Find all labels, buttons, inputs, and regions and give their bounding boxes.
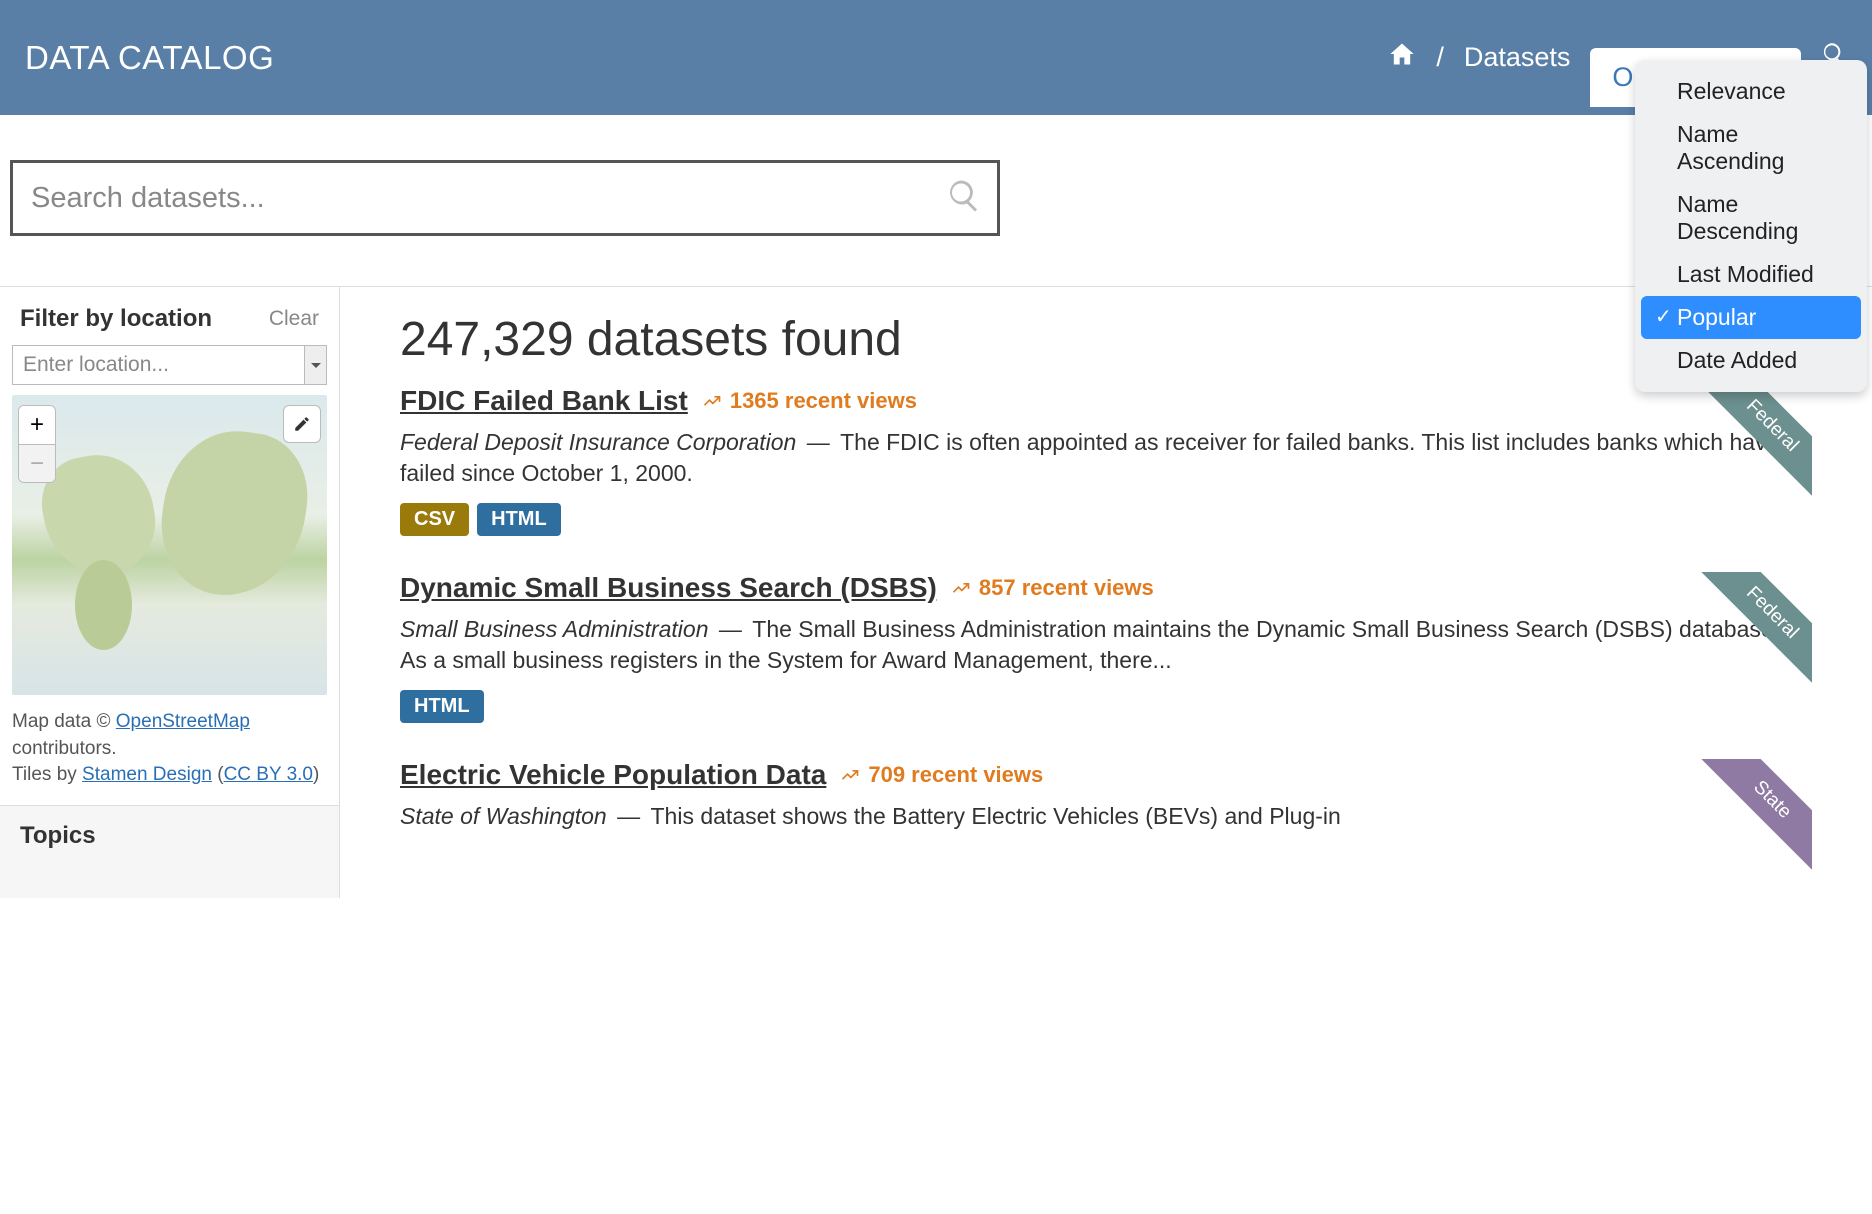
search-section xyxy=(0,115,1872,286)
zoom-out-button[interactable]: − xyxy=(19,444,55,482)
sort-option[interactable]: Name Descending xyxy=(1635,183,1867,253)
map-land xyxy=(75,560,132,650)
dataset-description: Small Business Administration — The Smal… xyxy=(400,614,1812,676)
location-filter-panel: Filter by location Clear + − xyxy=(0,286,340,806)
ribbon-wrap: Federal xyxy=(1682,572,1812,702)
trend-icon xyxy=(840,765,860,785)
trend-icon xyxy=(951,578,971,598)
datasets-list: FDIC Failed Bank List 1365 recent views Fe… xyxy=(400,385,1812,832)
dataset-title[interactable]: Dynamic Small Business Search (DSBS) xyxy=(400,572,937,604)
sort-option[interactable]: Popular xyxy=(1641,296,1861,339)
dataset-formats: HTML xyxy=(400,690,1812,723)
home-icon[interactable] xyxy=(1388,40,1416,75)
topics-panel: Topics xyxy=(0,805,339,866)
pencil-icon xyxy=(293,415,311,433)
dataset-views: 1365 recent views xyxy=(702,388,917,414)
stamen-link[interactable]: Stamen Design xyxy=(82,764,212,785)
filter-location-title: Filter by location xyxy=(20,305,212,333)
zoom-in-button[interactable]: + xyxy=(19,406,55,444)
dataset-description: State of Washington — This dataset shows… xyxy=(400,801,1812,832)
dataset-title[interactable]: Electric Vehicle Population Data xyxy=(400,759,826,791)
brand-title[interactable]: DATA CATALOG xyxy=(25,39,274,77)
location-dropdown-toggle[interactable] xyxy=(304,345,327,385)
trend-icon xyxy=(702,391,722,411)
source-ribbon: Federal xyxy=(1686,572,1812,699)
source-ribbon: Federal xyxy=(1686,385,1812,512)
cc-link[interactable]: CC BY 3.0 xyxy=(224,764,313,785)
search-bar xyxy=(10,160,1000,236)
body: Filter by location Clear + − xyxy=(0,286,1872,898)
format-badge[interactable]: CSV xyxy=(400,503,469,536)
nav-datasets[interactable]: Datasets xyxy=(1464,42,1571,73)
map-edit-button[interactable] xyxy=(283,405,321,443)
map-zoom-controls: + − xyxy=(18,405,56,483)
header: DATA CATALOG / Datasets Organizations Re… xyxy=(0,0,1872,115)
topics-title: Topics xyxy=(20,822,319,850)
search-submit-icon[interactable] xyxy=(946,178,982,219)
sort-option[interactable]: Relevance xyxy=(1635,70,1867,113)
dataset-item: FDIC Failed Bank List 1365 recent views Fe… xyxy=(400,385,1812,536)
map[interactable]: + − xyxy=(12,395,327,695)
source-ribbon: State xyxy=(1686,759,1812,886)
dataset-title[interactable]: FDIC Failed Bank List xyxy=(400,385,688,417)
dataset-views: 857 recent views xyxy=(951,575,1154,601)
dataset-views: 709 recent views xyxy=(840,762,1043,788)
clear-location-button[interactable]: Clear xyxy=(269,307,319,331)
format-badge[interactable]: HTML xyxy=(477,503,561,536)
search-input[interactable] xyxy=(10,160,1000,236)
map-attribution: Map data © OpenStreetMap contributors. T… xyxy=(0,703,339,805)
location-combobox xyxy=(12,345,327,385)
sort-option[interactable]: Name Ascending xyxy=(1635,113,1867,183)
format-badge[interactable]: HTML xyxy=(400,690,484,723)
ribbon-wrap: Federal xyxy=(1682,385,1812,515)
sort-dropdown: RelevanceName AscendingName DescendingLa… xyxy=(1635,60,1867,392)
map-land xyxy=(152,422,315,605)
osm-link[interactable]: OpenStreetMap xyxy=(116,711,250,732)
sidebar: Filter by location Clear + − xyxy=(0,287,340,898)
sort-option[interactable]: Last Modified xyxy=(1635,253,1867,296)
dataset-item: Electric Vehicle Population Data 709 rece… xyxy=(400,759,1812,832)
location-input[interactable] xyxy=(12,345,304,385)
sort-option[interactable]: Date Added xyxy=(1635,339,1867,382)
dataset-formats: CSVHTML xyxy=(400,503,1812,536)
breadcrumb-separator: / xyxy=(1436,42,1444,73)
dataset-item: Dynamic Small Business Search (DSBS) 857 … xyxy=(400,572,1812,723)
dataset-description: Federal Deposit Insurance Corporation — … xyxy=(400,427,1812,489)
ribbon-wrap: State xyxy=(1682,759,1812,889)
results-count: 247,329 datasets found xyxy=(400,312,1812,367)
